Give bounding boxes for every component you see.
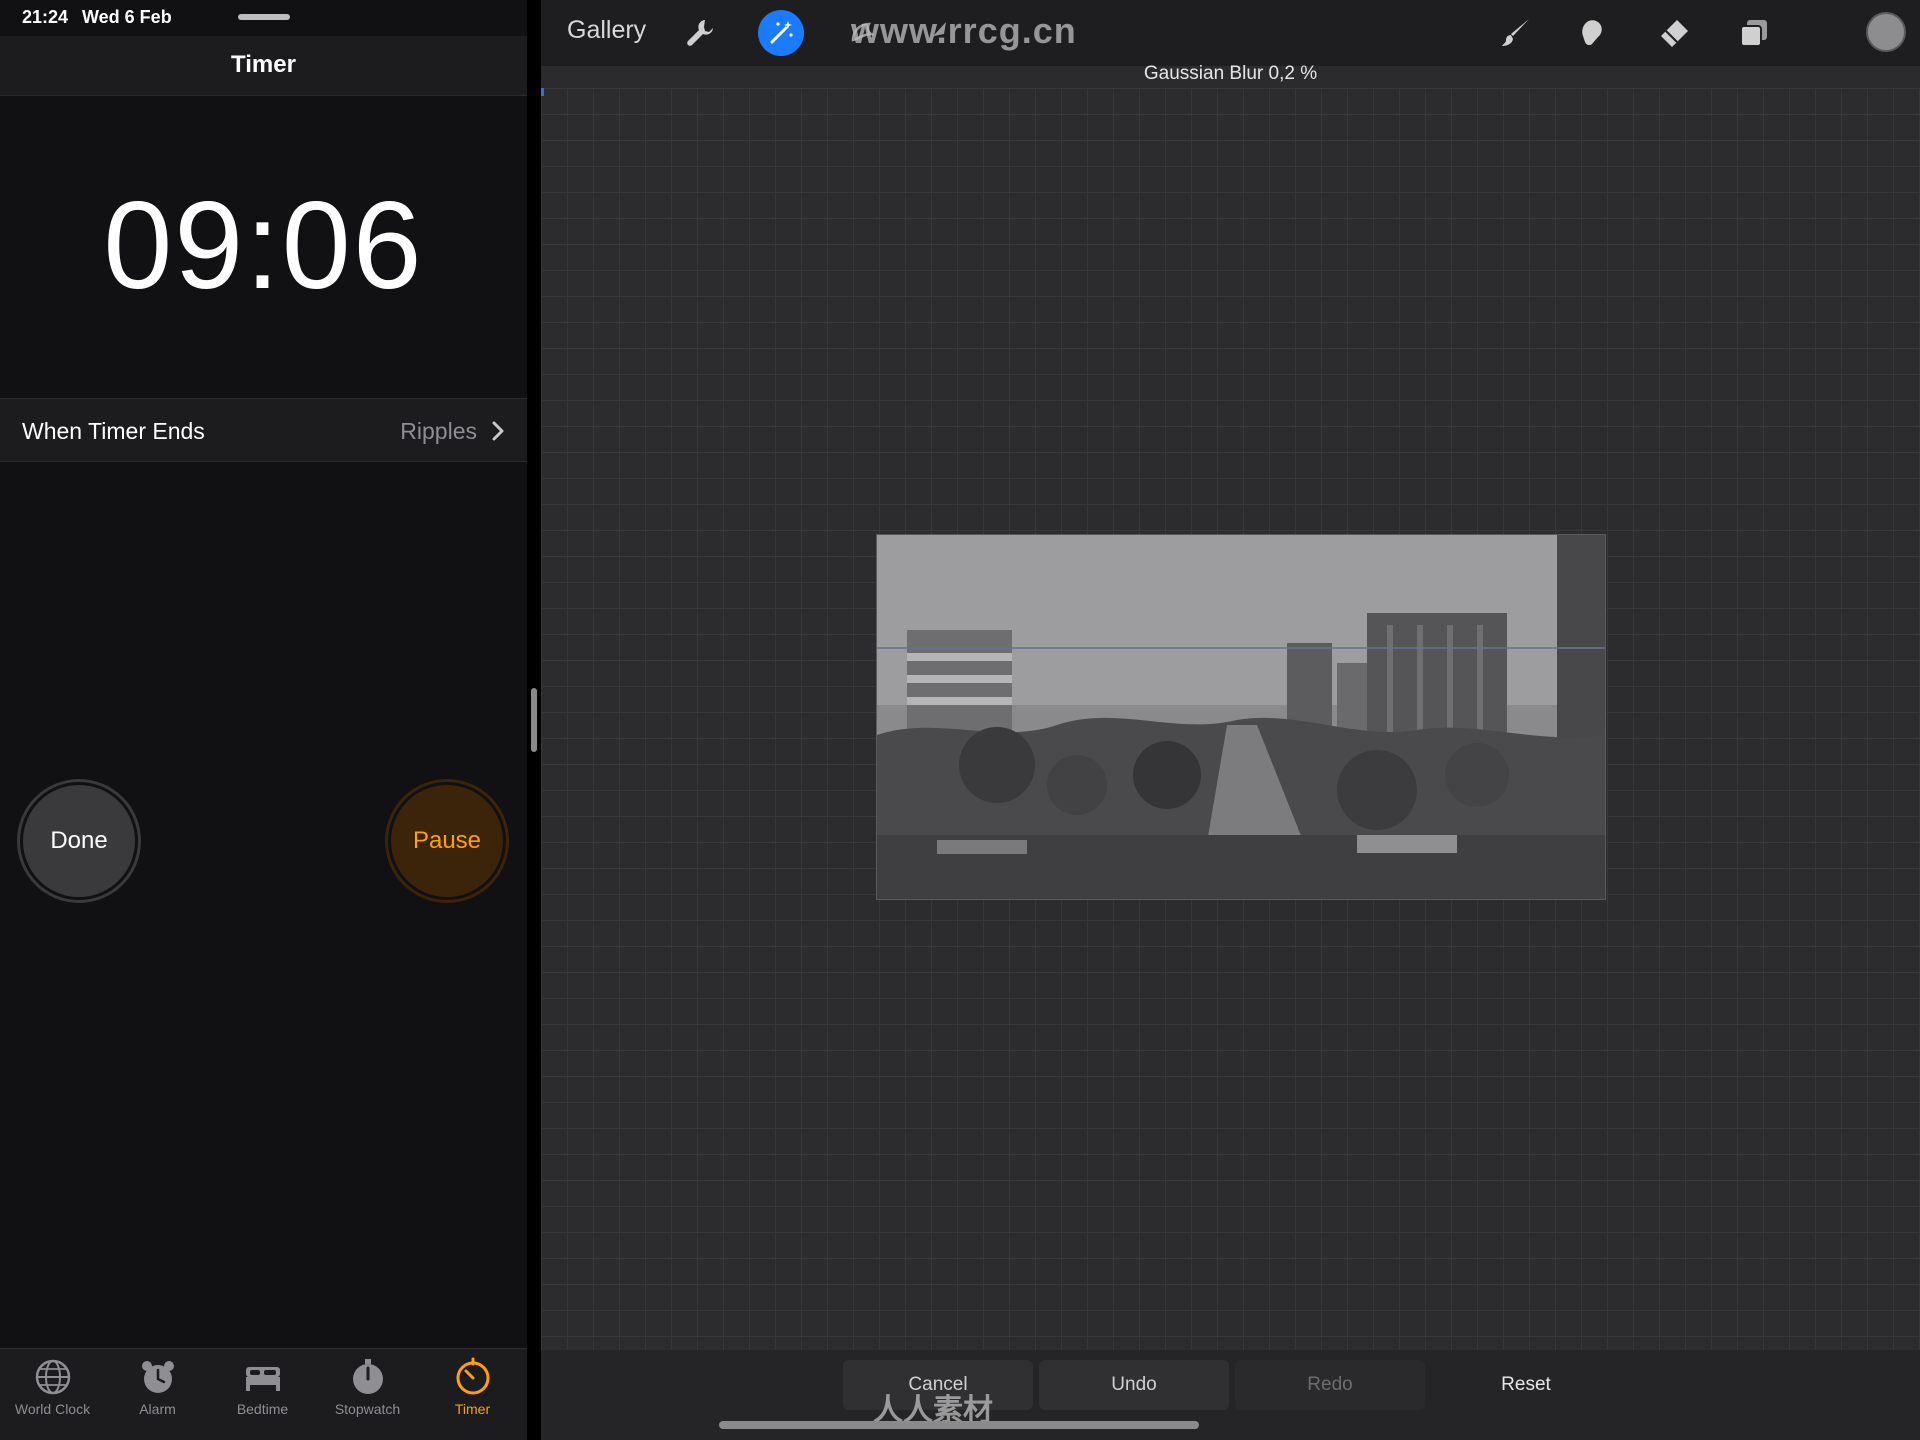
brush-icon — [1502, 19, 1529, 46]
layers-icon — [1740, 20, 1767, 47]
sidebar-accent — [541, 88, 544, 96]
top-toolbar: Gallery www.rrcg.cn — [541, 0, 1920, 66]
tab-label: Alarm — [139, 1401, 176, 1417]
tab-timer[interactable]: Timer — [420, 1357, 525, 1437]
smudge-icon — [1582, 20, 1602, 46]
brush-button[interactable] — [1493, 10, 1539, 56]
reset-button[interactable]: Reset — [1431, 1360, 1621, 1410]
status-bar: 21:24 Wed 6 Feb — [0, 0, 527, 36]
status-time: 21:24 — [22, 7, 69, 27]
timer-icon — [456, 1357, 489, 1395]
procreate-pane: Gallery www.rrcg.cn Gaussian Blur 0,2 % … — [541, 0, 1920, 1440]
tab-label: Stopwatch — [334, 1401, 401, 1417]
pause-button[interactable]: Pause — [388, 782, 506, 900]
tab-alarm[interactable]: Alarm — [105, 1357, 210, 1437]
status-date: Wed 6 Feb — [82, 7, 172, 27]
stopwatch-icon — [352, 1359, 383, 1394]
when-timer-ends-value: Ripples — [400, 418, 477, 444]
when-timer-ends-label: When Timer Ends — [22, 418, 205, 444]
nav-bar: Timer — [0, 36, 527, 96]
bed-icon — [245, 1367, 280, 1391]
tab-label: Bedtime — [236, 1401, 289, 1417]
watermark-url: www.rrcg.cn — [851, 10, 1077, 51]
adjustments-button[interactable] — [758, 10, 804, 56]
artwork-canvas[interactable] — [876, 534, 1606, 900]
tab-bedtime[interactable]: Bedtime — [210, 1357, 315, 1437]
chevron-right-icon — [492, 421, 504, 441]
eraser-icon — [1661, 20, 1688, 47]
undo-button[interactable]: Undo — [1039, 1360, 1229, 1410]
done-button[interactable]: Done — [20, 782, 138, 900]
tab-world-clock[interactable]: World Clock — [0, 1357, 105, 1437]
city-street-painting — [877, 535, 1605, 899]
alarm-clock-icon — [141, 1361, 174, 1393]
actions-button[interactable] — [677, 10, 723, 56]
split-view-handle[interactable] — [531, 688, 537, 752]
globe-icon — [35, 1359, 70, 1395]
smudge-button[interactable] — [1571, 10, 1617, 56]
magic-wand-icon — [770, 21, 793, 44]
page-title: Timer — [231, 51, 296, 78]
home-indicator[interactable] — [719, 1421, 1199, 1429]
countdown-display: 09:06 — [103, 177, 424, 315]
eraser-button[interactable] — [1651, 10, 1697, 56]
tab-label: World Clock — [14, 1401, 91, 1417]
tab-stopwatch[interactable]: Stopwatch — [315, 1357, 420, 1437]
gallery-button[interactable]: Gallery — [567, 16, 646, 45]
adjustment-label: Gaussian Blur 0,2 % — [1143, 63, 1318, 84]
redo-button[interactable]: Redo — [1235, 1360, 1425, 1410]
layers-button[interactable] — [1731, 10, 1777, 56]
multitask-grabber[interactable] — [238, 14, 290, 20]
tab-bar: World Clock Alarm Bedtime Stopwatch Time… — [0, 1348, 527, 1440]
color-swatch[interactable] — [1866, 12, 1906, 52]
timer-pane: 21:24 Wed 6 Feb Timer 09:06 When Timer E… — [0, 0, 527, 1440]
tab-label: Timer — [454, 1401, 491, 1417]
wrench-icon — [687, 20, 713, 46]
when-timer-ends-row[interactable]: When Timer Ends Ripples — [0, 398, 527, 462]
